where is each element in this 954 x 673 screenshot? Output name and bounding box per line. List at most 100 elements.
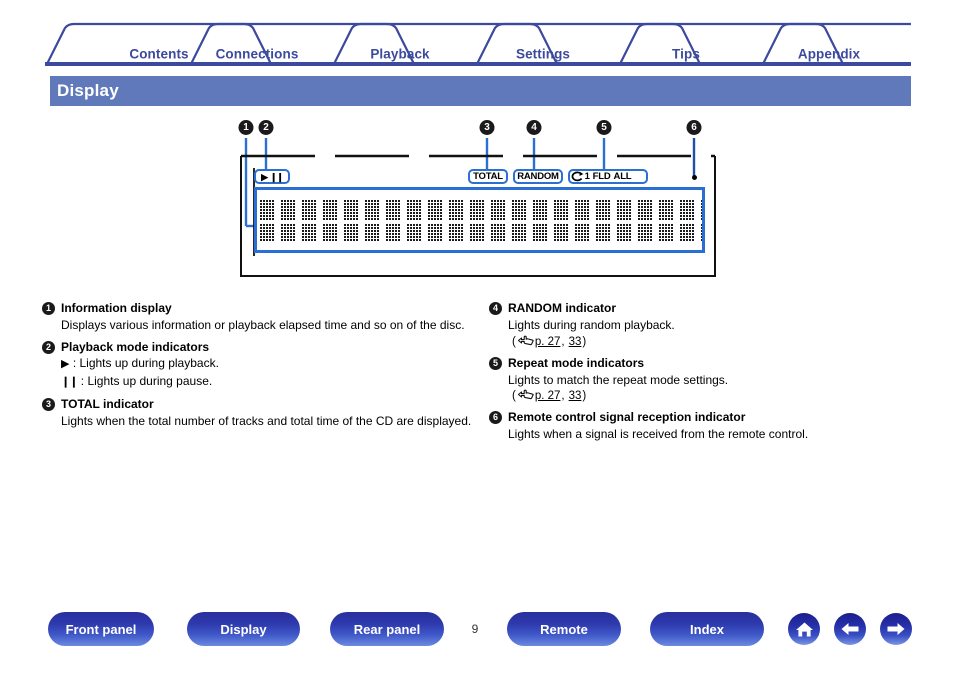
remote-reception-dot-icon [692,175,697,180]
item-title: RANDOM indicator [508,301,616,315]
page-link-27[interactable]: p. 27 [535,334,561,350]
dotmatrix-character-cell [302,199,316,241]
item-heading: 5 Repeat mode indicators [487,355,927,371]
repeat-fld-label: FLD [592,170,611,182]
page-link-33[interactable]: 33 [569,388,582,404]
item-description: Lights when the total number of tracks a… [61,413,472,428]
item-number-badge: 3 [42,397,55,411]
nav-button-front-panel[interactable]: Front panel [48,612,154,646]
playback-mode-indicator: ▶ ❙❙ [254,169,290,184]
dotmatrix-character-cell [491,199,505,241]
item-title: Playback mode indicators [61,339,210,354]
item-number-badge: 5 [489,356,502,370]
item-heading: 1 Information display [40,300,480,316]
repeat-arrow-icon [571,171,584,182]
dotmatrix-character-cell [323,199,337,241]
back-arrow-icon [841,623,859,635]
item-heading: 2 Playback mode indicators [40,339,480,355]
callout-badge-2: 2 [258,120,274,135]
dotmatrix-character-cell [407,199,421,241]
callout-list-left: 1 Information display Displays various i… [40,300,480,434]
play-description: : Lights up during playback. [72,355,219,370]
item-number-badge: 1 [42,302,55,315]
tab-settings[interactable]: Settings [516,47,570,62]
dotmatrix-character-cell [365,199,379,241]
dotmatrix-character-cell [281,199,295,241]
page-link-33[interactable]: 33 [569,334,582,350]
ref-close-paren: ) [582,390,587,402]
callout-badge-3: 3 [479,120,495,135]
dotmatrix-character-cell [680,199,694,241]
item-description: Displays various information or playback… [61,318,465,332]
nav-button-display[interactable]: Display [187,612,300,646]
item-title: Repeat mode indicators [508,355,645,370]
dotmatrix-character-cell [470,199,484,241]
ref-comma: , [561,390,565,402]
title-accent-bar [45,76,50,106]
dotmatrix-character-cell [701,199,702,241]
nav-button-remote[interactable]: Remote [507,612,621,646]
item-number-badge: 6 [489,411,502,424]
callout-badge-5: 5 [596,120,612,135]
item-title: Information display [61,301,172,315]
dotmatrix-character-cell [533,199,547,241]
item-heading: 6 Remote control signal reception indica… [487,409,927,425]
repeat-all-label: ALL [613,170,632,182]
play-icon: ▶ [61,357,70,370]
pause-symbol-line: ❙❙ : Lights up during pause. [40,373,480,391]
random-indicator: RANDOM [513,169,563,184]
dotmatrix-character-cell [512,199,526,241]
item-title: Remote control signal reception indicato… [508,410,746,424]
list-item-repeat-mode-indicators: 5 Repeat mode indicators Lights to match… [487,355,927,405]
dotmatrix-character-cell [344,199,358,241]
item-number-badge: 2 [42,340,55,354]
list-item-random-indicator: 4 RANDOM indicator Lights during random … [487,300,927,350]
nav-button-rear-panel[interactable]: Rear panel [330,612,444,646]
dotmatrix-character-cell [617,199,631,241]
item-number-badge: 4 [489,302,502,315]
list-item-playback-mode-indicators: 2 Playback mode indicators ▶ : Lights up… [40,339,480,391]
list-item-information-display: 1 Information display Displays various i… [40,300,480,334]
callout-badge-1: 1 [238,120,254,135]
tab-bar[interactable]: Contents Connections Playback Settings T… [45,22,911,64]
page-reference: ( p. 27 , 33 ) [487,388,927,404]
callout-list-right: 4 RANDOM indicator Lights during random … [487,300,927,448]
home-button[interactable] [788,613,820,645]
forward-button[interactable] [880,613,912,645]
tab-playback[interactable]: Playback [370,47,429,62]
list-item-total-indicator: 3 TOTAL indicator Lights when the total … [40,396,480,430]
dotmatrix-character-cell [575,199,589,241]
play-icon: ▶ [261,171,268,182]
page-link-27[interactable]: p. 27 [535,388,561,404]
item-description: Lights when a signal is received from th… [508,427,809,441]
dotmatrix-character-cell [386,199,400,241]
total-indicator: TOTAL [468,169,508,184]
home-icon [795,622,813,636]
item-title: TOTAL indicator [61,396,154,411]
tab-contents[interactable]: Contents [129,47,188,62]
item-description: Lights to match the repeat mode settings… [508,372,729,387]
page-number: 9 [471,622,479,636]
back-button[interactable] [834,613,866,645]
tab-tips[interactable]: Tips [672,47,700,62]
dotmatrix-character-cell [596,199,610,241]
dotmatrix-character-cell [449,199,463,241]
tab-connections[interactable]: Connections [216,47,299,62]
display-diagram: 1 2 3 4 5 6 ▶ ❙❙ TOTAL RANDOM 1 FLD ALL [232,116,724,288]
pause-icon: ❙❙ [269,171,284,182]
list-item-remote-reception-indicator: 6 Remote control signal reception indica… [487,409,927,443]
pointing-hand-icon [517,335,534,346]
tab-appendix[interactable]: Appendix [798,47,860,62]
repeat-one-label: 1 [584,170,590,182]
nav-button-index[interactable]: Index [650,612,764,646]
information-display-dotmatrix [254,187,705,253]
ref-close-paren: ) [582,335,587,348]
page-title: Display [57,81,119,100]
item-heading: 4 RANDOM indicator [487,300,927,316]
forward-arrow-icon [887,623,905,635]
tab-bar-underline [45,62,911,66]
callout-badge-6: 6 [686,120,702,135]
dotmatrix-character-cell [554,199,568,241]
ref-open-paren: ( [512,335,516,348]
pause-description: : Lights up during pause. [80,373,213,388]
